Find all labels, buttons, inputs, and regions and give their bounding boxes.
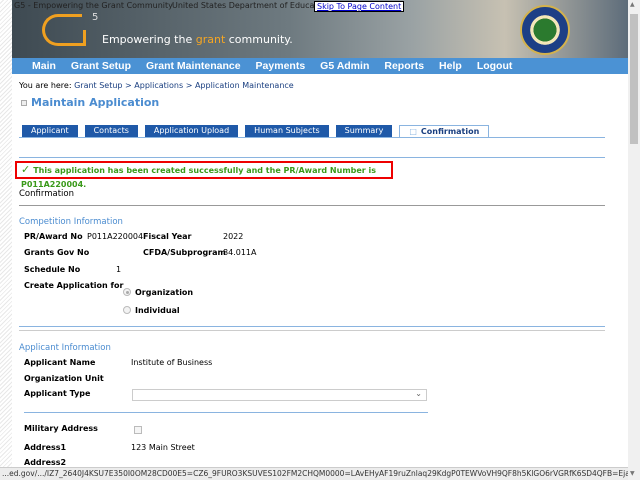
organization-label: Organization <box>135 288 194 297</box>
pr-award-label: PR/Award No <box>24 232 83 241</box>
scroll-up-icon[interactable]: ▲ <box>630 1 635 8</box>
tab-applicant[interactable]: Applicant <box>22 125 78 137</box>
nav-main[interactable]: Main <box>32 58 56 74</box>
applicant-heading: Applicant Information <box>19 343 111 353</box>
tagline-pre: Empowering the <box>102 33 196 46</box>
org-unit-label: Organization Unit <box>24 374 104 383</box>
military-checkbox[interactable] <box>134 426 142 434</box>
radio-individual[interactable] <box>123 306 131 314</box>
tab-human-subjects[interactable]: Human Subjects <box>245 125 329 137</box>
main-nav: Main Grant Setup Grant Maintenance Payme… <box>12 58 628 74</box>
department-seal-icon <box>520 5 570 55</box>
cfda-label: CFDA/Subprogram <box>143 248 226 257</box>
applicant-type-select[interactable]: ⌄ <box>132 389 427 401</box>
nav-logout[interactable]: Logout <box>477 58 513 74</box>
skip-to-content-link[interactable]: Skip To Page Content <box>314 1 405 12</box>
scrollbar-thumb[interactable] <box>630 14 638 144</box>
fiscal-year-value: 2022 <box>223 232 244 241</box>
section-heading: Confirmation <box>19 189 74 199</box>
competition-heading: Competition Information <box>19 217 123 227</box>
logo-alt-text: G5 - Empowering the Grant Community <box>14 1 173 10</box>
applicant-type-label: Applicant Type <box>24 389 91 398</box>
tagline-post: community. <box>225 33 293 46</box>
divider <box>19 205 605 206</box>
address1-value: 123 Main Street <box>131 443 195 452</box>
page-title-text: Maintain Application <box>31 96 160 109</box>
ed-alt-text: United States Department of Education <box>172 1 330 10</box>
individual-label: Individual <box>135 306 180 315</box>
divider <box>19 157 605 158</box>
checkmark-icon: ✓ <box>21 163 31 176</box>
applicant-name-value: Institute of Business <box>131 358 213 367</box>
nav-grant-maintenance[interactable]: Grant Maintenance <box>146 58 241 74</box>
schedule-value: 1 <box>116 265 122 274</box>
military-label: Military Address <box>24 424 98 433</box>
applicant-name-label: Applicant Name <box>24 358 96 367</box>
tagline: Empowering the grant community. <box>102 33 293 46</box>
breadcrumb: You are here: Grant Setup > Applications… <box>19 81 294 90</box>
address2-label: Address2 <box>24 458 67 467</box>
nav-g5-admin[interactable]: G5 Admin <box>320 58 369 74</box>
breadcrumb-path[interactable]: Grant Setup > Applications > Application… <box>74 81 294 90</box>
tab-icon: □ <box>409 127 417 136</box>
tab-application-upload[interactable]: Application Upload <box>144 125 239 137</box>
g5-logo-sup: 5 <box>92 12 99 23</box>
address1-label: Address1 <box>24 443 67 452</box>
chevron-down-icon: ⌄ <box>415 389 422 398</box>
cfda-value: 84.011A <box>223 248 257 257</box>
fiscal-year-label: Fiscal Year <box>143 232 192 241</box>
divider <box>19 330 605 331</box>
schedule-label: Schedule No <box>24 265 81 274</box>
page-title: Maintain Application <box>21 96 159 109</box>
tab-contacts[interactable]: Contacts <box>84 125 138 137</box>
success-message: ✓ This application has been created succe… <box>15 161 393 189</box>
g5-logo-part <box>72 30 86 46</box>
status-bar-url: ...ed.gov/.../IZ7_2640J4KSU7E350I0OM28CD… <box>0 467 628 480</box>
grants-gov-label: Grants Gov No <box>24 248 90 257</box>
divider <box>19 137 605 138</box>
tab-summary[interactable]: Summary <box>335 125 393 137</box>
radio-organization[interactable] <box>123 288 131 296</box>
nav-help[interactable]: Help <box>439 58 462 74</box>
scroll-down-icon[interactable]: ▼ <box>630 470 635 477</box>
nav-reports[interactable]: Reports <box>384 58 424 74</box>
page-icon <box>21 100 27 106</box>
breadcrumb-prefix: You are here: <box>19 81 75 90</box>
divider <box>19 326 605 327</box>
tagline-highlight: grant <box>195 33 226 46</box>
tab-confirmation-label: Confirmation <box>420 127 480 136</box>
nav-grant-setup[interactable]: Grant Setup <box>71 58 131 74</box>
nav-payments[interactable]: Payments <box>256 58 306 74</box>
create-for-label: Create Application for <box>24 281 124 290</box>
pr-award-value: P011A220004 <box>87 232 144 241</box>
divider <box>24 412 428 413</box>
